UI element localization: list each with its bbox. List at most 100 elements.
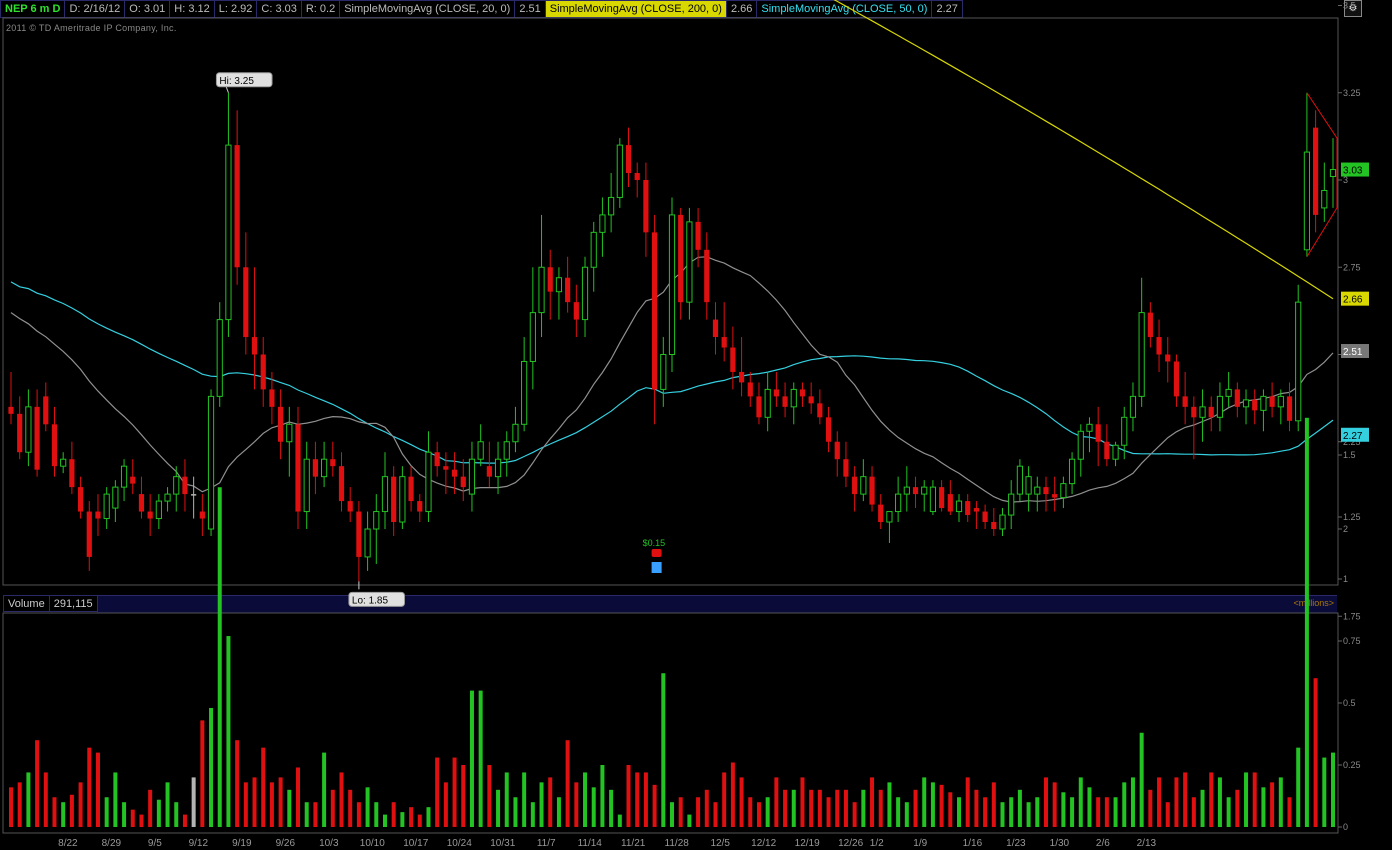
date-axis-tick: 12/12 (751, 838, 776, 849)
candle-body (130, 476, 136, 484)
volume-bar (504, 772, 509, 827)
volume-bar (1139, 732, 1144, 827)
volume-bar (261, 747, 266, 827)
candle-body (686, 221, 693, 303)
volume-bar (948, 792, 953, 827)
candle-body (321, 458, 328, 478)
candle-body (468, 458, 476, 495)
candle-body (1295, 301, 1302, 422)
volume-bar (1200, 789, 1205, 827)
candle-body (843, 459, 849, 477)
volume-axis-tick: 0.75 (1343, 636, 1361, 646)
volume-bar (722, 772, 727, 827)
candle-body (538, 266, 545, 314)
volume-bar (1244, 772, 1249, 827)
date-axis-tick: 1/2 (870, 838, 884, 849)
candle-body (886, 511, 893, 523)
volume-bar (1017, 789, 1022, 827)
date-axis-tick: 1/9 (913, 838, 927, 849)
date-axis-tick: 8/22 (58, 838, 78, 849)
volume-bar (113, 772, 118, 827)
volume-bar (43, 772, 48, 827)
date-axis-tick: 1/23 (1006, 838, 1026, 849)
volume-axis-tick: 1.5 (1343, 450, 1356, 460)
candle-body (1234, 389, 1240, 407)
volume-bar (626, 765, 631, 827)
date-axis-tick: 10/24 (447, 838, 472, 849)
candle-body (878, 504, 884, 523)
volume-bar (974, 789, 979, 827)
price-axis-tick: 3.5 (1343, 1, 1356, 11)
volume-bar (922, 777, 927, 827)
volume-bar (348, 789, 353, 827)
candle-body (173, 476, 180, 495)
date-axis-tick: 9/12 (189, 838, 209, 849)
candle-body (712, 319, 719, 338)
candle-body (1129, 395, 1137, 418)
candle-body (521, 360, 528, 425)
volume-bar (887, 782, 892, 827)
volume-bar (182, 814, 187, 827)
volume-bar (191, 777, 196, 827)
candle-body (269, 389, 275, 407)
candle-body (191, 494, 197, 496)
volume-bar (1157, 777, 1162, 827)
volume-bar (861, 789, 866, 827)
candle-body (443, 466, 449, 470)
candle-body (721, 337, 727, 348)
candle-body (512, 423, 519, 443)
date-axis-tick: 12/19 (795, 838, 820, 849)
candle-body (817, 403, 823, 418)
candle-body (225, 144, 232, 321)
volume-bar (843, 789, 848, 827)
candle-body (1313, 127, 1319, 215)
volume-bar (748, 797, 753, 827)
candle-body (1043, 487, 1049, 495)
candle-body (86, 511, 92, 557)
price-tag-text: 3.03 (1343, 166, 1363, 177)
volume-bar (122, 802, 127, 827)
volume-bar (783, 789, 788, 827)
candle-body (939, 487, 945, 509)
volume-bar (269, 782, 274, 827)
candle-body (590, 231, 597, 268)
annotation-text: Lo: 1.85 (352, 595, 389, 606)
candle-body (1112, 444, 1119, 460)
volume-bar (330, 789, 335, 827)
candle-body (616, 144, 623, 198)
volume-bar (165, 782, 170, 827)
candle-body (25, 406, 32, 453)
volume-bar (574, 782, 579, 827)
candle-body (529, 312, 536, 362)
candle-body (764, 388, 771, 418)
volume-bar (930, 782, 935, 827)
candle-body (1277, 395, 1284, 408)
candle-body (1052, 494, 1058, 498)
candle-body (608, 196, 615, 216)
volume-bar (1026, 802, 1031, 827)
volume-bar (148, 789, 153, 827)
candle-body (1252, 399, 1258, 411)
volume-axis-tick: 0.5 (1343, 698, 1356, 708)
candle-body (790, 388, 797, 408)
date-axis-tick: 10/10 (360, 838, 385, 849)
volume-bar (1287, 797, 1292, 827)
volume-bar (1304, 417, 1309, 827)
candle-body (1068, 458, 1076, 485)
volume-bar (826, 797, 831, 827)
candle-body (1242, 399, 1250, 408)
volume-bar (478, 690, 483, 827)
volume-bar (156, 799, 161, 827)
volume-bar (443, 782, 448, 827)
price-volume-chart[interactable]: 4.754.54.2543.753.53.2532.752.52.2521.75… (0, 0, 1392, 850)
volume-bar (130, 809, 135, 827)
volume-bar (539, 782, 544, 827)
candle-body (1034, 486, 1041, 495)
volume-bar (565, 740, 570, 827)
volume-bar (609, 789, 614, 827)
volume-bar (896, 797, 901, 827)
date-axis-tick: 10/31 (490, 838, 515, 849)
candle-body (773, 389, 779, 397)
candle-body (503, 441, 510, 460)
volume-bar (400, 812, 405, 827)
